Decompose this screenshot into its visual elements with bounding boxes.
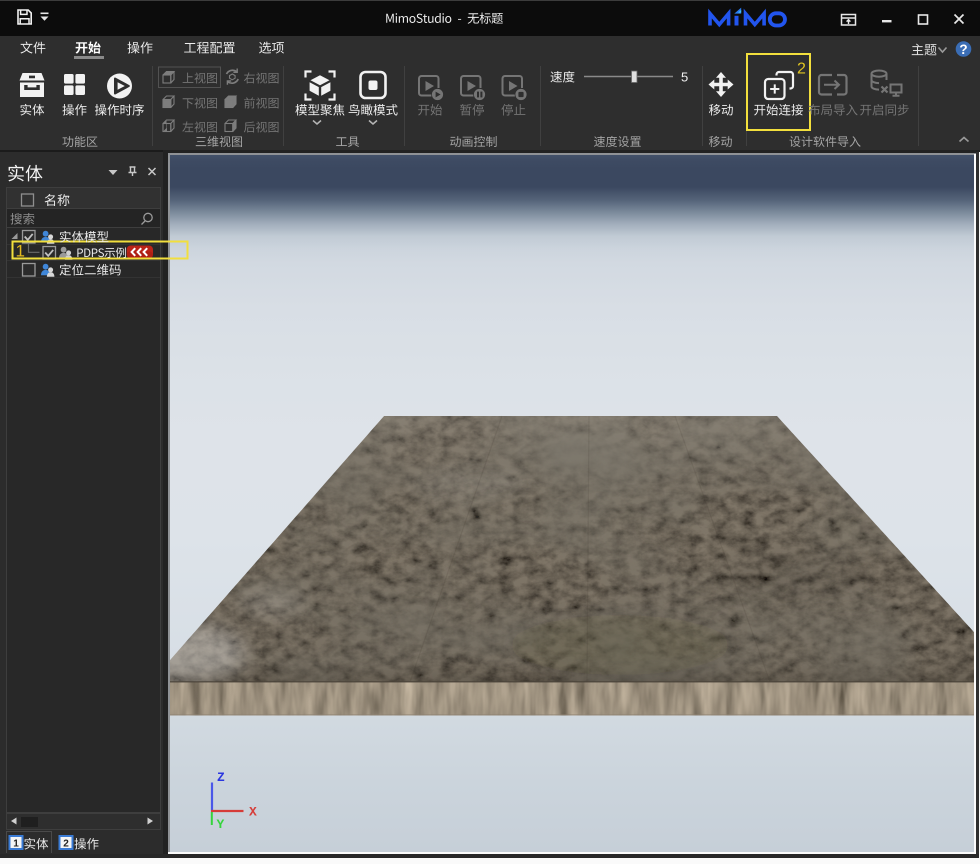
svg-text:1: 1 bbox=[16, 242, 25, 261]
svg-text:2: 2 bbox=[797, 61, 806, 78]
svg-text:?: ? bbox=[959, 42, 967, 57]
svg-text:1: 1 bbox=[13, 839, 19, 850]
svg-text:5: 5 bbox=[681, 70, 688, 85]
svg-text:2: 2 bbox=[63, 839, 69, 850]
